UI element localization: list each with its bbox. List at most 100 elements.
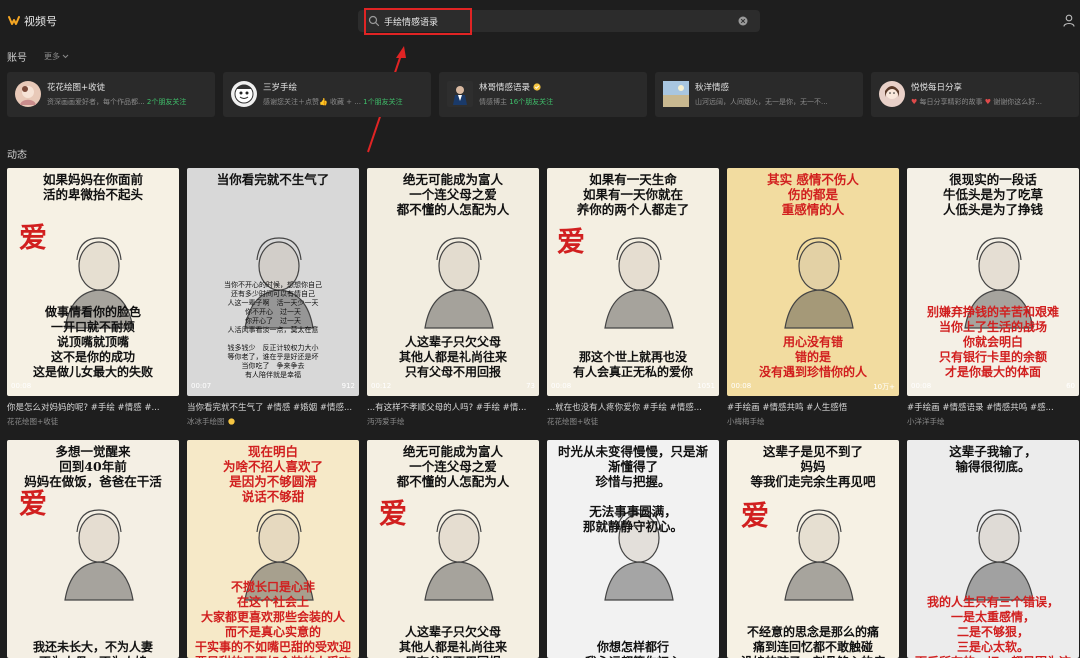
love-calligraphy-glyph: 爱 [379,497,408,530]
video-thumbnail[interactable]: 如果有一天生命 如果有一天你就在 养你的两个人都走了爱那这个世上就再也没 有人会… [547,168,719,396]
account-card[interactable]: 秋洋情感 山河远阔，人间烟火，无一是你，无一不... [655,72,863,117]
thumbnail-bottom-text: 当你不开心的时候，想想你自己 还有多少时间可以有情自己 人这一辈子啊 活一天少一… [224,281,322,379]
thumbnail-top-text: 其实 感情不伤人 伤的都是 重感情的人 [767,172,859,217]
video-card[interactable]: 很现实的一段话 牛低头是为了吃草 人低头是为了挣钱别嫌弃挣钱的辛苦和艰难 当你上… [907,168,1079,426]
video-likes: 1051 [697,382,715,390]
search-input[interactable] [384,13,724,29]
video-card[interactable]: 绝无可能成为富人 一个连父母之爱 都不懂的人怎配为人爱人这辈子只欠父母 其他人都… [367,440,539,658]
user-profile-icon[interactable] [1063,14,1075,27]
author-name: 花花绘图+收徒 [547,417,599,426]
search-icon [368,15,380,27]
thumbnail-bottom-text: 那这个世上就再也没 有人会真正无私的爱你 [572,350,693,379]
thumbnail-top-text: 如果有一天生命 如果有一天你就在 养你的两个人都走了 [576,172,690,217]
thumbnail-bottom-text: 做事情看你的脸色 一开口就不耐烦 说顶嘴就顶嘴 这不是你的成功 这是做儿女最大的… [32,305,153,379]
video-card[interactable]: 当你看完就不生气了当你不开心的时候，想想你自己 还有多少时间可以有情自己 人这一… [187,168,359,426]
video-title[interactable]: ...有这样不孝顺父母的人吗? #手绘 #情... [367,401,539,413]
thumbnail-bottom-text: 我的人生只有三个错误， 一是太重感情， 二是不够狠， 三是心太软。 而后所有的一… [915,595,1071,658]
video-duration: 00:07 [191,382,212,390]
account-desc: 山河远阔，人间烟火，无一是你，无一不... [695,98,828,106]
video-card[interactable]: 多想一觉醒来 回到40年前 妈妈在做饭，爸爸在干活爱我还未长大，不为人妻 不为人… [7,440,179,658]
video-author[interactable]: 沔沔爱手绘 [367,416,405,427]
author-name: 冰冰手绘图 [187,417,225,426]
video-thumbnail[interactable]: 很现实的一段话 牛低头是为了吃草 人低头是为了挣钱别嫌弃挣钱的辛苦和艰难 当你上… [907,168,1079,396]
thumbnail-bottom-text: 我还未长大，不为人妻 不为人母，不为人媳 [32,640,153,658]
video-author[interactable]: 花花绘图+收徒 [7,416,58,427]
search-bar[interactable] [358,10,760,32]
video-thumbnail[interactable]: 现在明白 为啥不招人喜欢了 是因为不够圆滑 说话不够甜不搅长口是心非 在这个社会… [187,440,359,658]
thumbnail-bottom-text: 不搅长口是心非 在这个社会上 大家都更喜欢那些会装的人 而不是真心实意的 干实事… [194,580,351,658]
account-card[interactable]: 林哥情感语录 情感博主 16个朋友关注 [439,72,647,117]
top-bar: 视频号 [0,0,1080,42]
account-name: 秋洋情感 [695,83,730,93]
thumbnail-top-text: 现在明白 为啥不招人喜欢了 是因为不够圆滑 说话不够甜 [222,444,323,504]
avatar [231,81,257,107]
video-thumbnail[interactable]: 这辈子我输了， 输得很彻底。 我的人生只有三个错误， 一是太重感情， 二是不够狠，… [907,440,1079,658]
verified-badge-icon [533,83,541,91]
video-thumbnail[interactable]: 如果妈妈在你面前 活的卑微抬不起头爱做事情看你的脸色 一开口就不耐烦 说顶嘴就顶… [7,168,179,396]
video-card[interactable]: 现在明白 为啥不招人喜欢了 是因为不够圆滑 说话不够甜不搅长口是心非 在这个社会… [187,440,359,658]
video-likes: 912 [341,382,355,390]
video-card[interactable]: 这辈子我输了， 输得很彻底。 我的人生只有三个错误， 一是太重感情， 二是不够狠，… [907,440,1079,658]
author-name: 小梅梅手绘 [727,417,765,426]
video-card[interactable]: 其实 感情不伤人 伤的都是 重感情的人 用心没有错 错的是 没有遇到珍惜你的人 00… [727,168,899,426]
thumbnail-top-text: 当你看完就不生气了 [216,172,330,187]
author-name: 沔沔爱手绘 [367,417,405,426]
video-likes: 60 [1066,382,1075,390]
love-calligraphy-glyph: 爱 [19,487,48,520]
video-author[interactable]: 花花绘图+收徒 [547,416,598,427]
video-author[interactable]: 小洋洋手绘 [907,416,945,427]
video-card[interactable]: 这辈子是见不到了 妈妈 等我们走完余生再见吧爱不经意的思念是那么的痛 痛到连回忆… [727,440,899,658]
app-name: 视频号 [24,15,57,28]
video-duration: 00:08 [551,382,572,390]
video-card[interactable]: 绝无可能成为富人 一个连父母之爱 都不懂的人怎配为人 人这辈子只欠父母 其他人都是… [367,168,539,426]
brand[interactable]: 视频号 [8,13,57,29]
video-likes: 10万+ [873,383,895,391]
account-name: 悦悦每日分享 [911,83,963,93]
video-card[interactable]: 时光从未变得慢慢，只是渐渐懂得了 珍惜与把握。 无法事事圆满， 那就静静守初心。… [547,440,719,658]
video-likes: 73 [526,382,535,390]
love-calligraphy-glyph: 爱 [19,221,48,254]
thumbnail-top-text: 很现实的一段话 牛低头是为了吃草 人低头是为了挣钱 [942,172,1043,217]
clear-search-icon[interactable] [738,16,748,26]
more-accounts-link[interactable]: 更多 [44,51,69,62]
video-thumbnail[interactable]: 绝无可能成为富人 一个连父母之爱 都不懂的人怎配为人 人这辈子只欠父母 其他人都是… [367,168,539,396]
video-thumbnail[interactable]: 时光从未变得慢慢，只是渐渐懂得了 珍惜与把握。 无法事事圆满， 那就静静守初心。… [547,440,719,658]
author-name: 小洋洋手绘 [907,417,945,426]
account-desc: 资深画画爱好者，每个作品都... 2个朋友关注 [47,98,187,106]
account-card[interactable]: 悦悦每日分享 ♥ 每日分享精彩的故事 ♥ 谢谢你这么好... [871,72,1079,117]
thumbnail-bottom-text: 人这辈子只欠父母 其他人都是礼尚往来 只有父母不用回报 [398,625,507,658]
account-name: 林哥情感语录 [479,81,541,93]
thumbnail-bottom-text: 用心没有错 错的是 没有遇到珍惜你的人 [758,335,867,379]
video-author[interactable]: 小梅梅手绘 [727,416,765,427]
video-thumbnail[interactable]: 其实 感情不伤人 伤的都是 重感情的人 用心没有错 错的是 没有遇到珍惜你的人 00… [727,168,899,396]
thumbnail-top-text: 绝无可能成为富人 一个连父母之爱 都不懂的人怎配为人 [396,444,510,489]
account-card[interactable]: 三岁手绘 感谢您关注＋点赞👍 收藏 + ... 1个朋友关注 [223,72,431,117]
video-title[interactable]: #手绘画 #情感共鸣 #人生感悟 [727,401,899,413]
video-card[interactable]: 如果有一天生命 如果有一天你就在 养你的两个人都走了爱那这个世上就再也没 有人会… [547,168,719,426]
video-author[interactable]: 冰冰手绘图 [187,416,235,427]
video-title[interactable]: 当你看完就不生气了 #情感 #婚姻 #情感... [187,401,359,413]
video-card[interactable]: 如果妈妈在你面前 活的卑微抬不起头爱做事情看你的脸色 一开口就不耐烦 说顶嘴就顶… [7,168,179,426]
thumbnail-top-text: 时光从未变得慢慢，只是渐渐懂得了 珍惜与把握。 无法事事圆满， 那就静静守初心。 [557,444,708,534]
account-card[interactable]: 花花绘图+收徒 资深画画爱好者，每个作品都... 2个朋友关注 [7,72,215,117]
avatar [15,81,41,107]
video-title[interactable]: #手绘画 #情感语录 #情感共鸣 #感... [907,401,1079,413]
account-desc: 感谢您关注＋点赞👍 收藏 + ... 1个朋友关注 [263,98,403,106]
chevron-down-icon [62,54,69,59]
video-thumbnail[interactable]: 绝无可能成为富人 一个连父母之爱 都不懂的人怎配为人爱人这辈子只欠父母 其他人都… [367,440,539,658]
video-title[interactable]: ...就在也没有人疼你爱你 #手绘 #情感... [547,401,719,413]
thumbnail-top-text: 这辈子是见不到了 妈妈 等我们走完余生再见吧 [750,444,876,489]
video-thumbnail[interactable]: 多想一觉醒来 回到40年前 妈妈在做饭，爸爸在干活爱我还未长大，不为人妻 不为人… [7,440,179,658]
thumbnail-bottom-text: 不经意的思念是那么的痛 痛到连回忆都不敢触碰 没娘的孩子，刻骨铭心的疼 [741,625,885,658]
thumbnail-top-text: 如果妈妈在你面前 活的卑微抬不起头 [42,172,143,202]
thumbnail-bottom-text: 人这辈子只欠父母 其他人都是礼尚往来 只有父母不用回报 [398,335,507,379]
thumbnail-bottom-text: 别嫌弃挣钱的辛苦和艰难 当你上了生活的战场 你就会明白 只有银行卡里的余额 才是… [926,305,1059,379]
video-thumbnail[interactable]: 这辈子是见不到了 妈妈 等我们走完余生再见吧爱不经意的思念是那么的痛 痛到连回忆… [727,440,899,658]
avatar [663,81,689,107]
account-name: 花花绘图+收徒 [47,83,106,93]
video-title[interactable]: 你是怎么对妈妈的呢? #手绘 #情感 #... [7,401,179,413]
video-thumbnail[interactable]: 当你看完就不生气了当你不开心的时候，想想你自己 还有多少时间可以有情自己 人这一… [187,168,359,396]
love-calligraphy-glyph: 爱 [557,225,586,258]
video-duration: 00:08 [911,382,932,390]
accounts-section-label: 账号 [7,53,27,64]
